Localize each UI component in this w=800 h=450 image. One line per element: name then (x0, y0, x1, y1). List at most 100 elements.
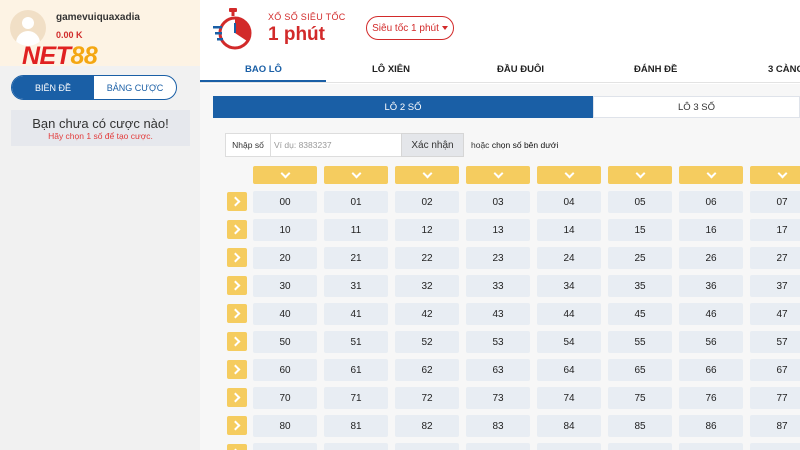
tab-lo-3-so[interactable]: LÔ 3 SỐ (593, 96, 800, 118)
select-row-button[interactable] (227, 276, 247, 295)
tab-lo-xien[interactable]: LÔ XIÊN (372, 64, 410, 75)
select-column-button[interactable] (324, 166, 388, 184)
number-cell[interactable]: 05 (608, 191, 672, 213)
number-cell[interactable]: 91 (324, 443, 388, 450)
number-cell[interactable]: 43 (466, 303, 530, 325)
number-cell[interactable]: 40 (253, 303, 317, 325)
number-cell[interactable]: 22 (395, 247, 459, 269)
tab-dau-duoi[interactable]: ĐẦU ĐUÔI (497, 64, 544, 75)
number-cell[interactable]: 56 (679, 331, 743, 353)
number-cell[interactable]: 86 (679, 415, 743, 437)
number-cell[interactable]: 60 (253, 359, 317, 381)
number-cell[interactable]: 27 (750, 247, 800, 269)
number-cell[interactable]: 34 (537, 275, 601, 297)
number-cell[interactable]: 03 (466, 191, 530, 213)
number-cell[interactable]: 15 (608, 219, 672, 241)
number-cell[interactable]: 96 (679, 443, 743, 450)
number-cell[interactable]: 50 (253, 331, 317, 353)
number-cell[interactable]: 66 (679, 359, 743, 381)
tab-bang-cuoc[interactable]: BẢNG CƯỢC (94, 76, 176, 99)
number-cell[interactable]: 65 (608, 359, 672, 381)
number-cell[interactable]: 93 (466, 443, 530, 450)
number-cell[interactable]: 23 (466, 247, 530, 269)
number-cell[interactable]: 57 (750, 331, 800, 353)
number-cell[interactable]: 55 (608, 331, 672, 353)
tab-danh-de[interactable]: ĐÁNH ĐỀ (634, 64, 677, 75)
number-cell[interactable]: 95 (608, 443, 672, 450)
number-cell[interactable]: 17 (750, 219, 800, 241)
number-cell[interactable]: 41 (324, 303, 388, 325)
confirm-button[interactable]: Xác nhận (401, 133, 464, 157)
tab-bien-de[interactable]: BIÊN ĐỀ (12, 76, 94, 99)
number-cell[interactable]: 37 (750, 275, 800, 297)
number-cell[interactable]: 44 (537, 303, 601, 325)
number-cell[interactable]: 84 (537, 415, 601, 437)
number-cell[interactable]: 00 (253, 191, 317, 213)
number-input[interactable] (270, 133, 403, 157)
number-cell[interactable]: 20 (253, 247, 317, 269)
select-column-button[interactable] (253, 166, 317, 184)
number-cell[interactable]: 54 (537, 331, 601, 353)
number-cell[interactable]: 82 (395, 415, 459, 437)
number-cell[interactable]: 97 (750, 443, 800, 450)
select-row-button[interactable] (227, 304, 247, 323)
number-cell[interactable]: 11 (324, 219, 388, 241)
number-cell[interactable]: 02 (395, 191, 459, 213)
number-cell[interactable]: 42 (395, 303, 459, 325)
number-cell[interactable]: 45 (608, 303, 672, 325)
number-cell[interactable]: 75 (608, 387, 672, 409)
number-cell[interactable]: 25 (608, 247, 672, 269)
number-cell[interactable]: 21 (324, 247, 388, 269)
select-column-button[interactable] (466, 166, 530, 184)
number-cell[interactable]: 80 (253, 415, 317, 437)
number-cell[interactable]: 73 (466, 387, 530, 409)
brand-logo[interactable]: NET88 (22, 44, 98, 69)
number-cell[interactable]: 32 (395, 275, 459, 297)
number-cell[interactable]: 36 (679, 275, 743, 297)
number-cell[interactable]: 30 (253, 275, 317, 297)
select-column-button[interactable] (537, 166, 601, 184)
number-cell[interactable]: 83 (466, 415, 530, 437)
select-column-button[interactable] (395, 166, 459, 184)
number-cell[interactable]: 90 (253, 443, 317, 450)
number-cell[interactable]: 72 (395, 387, 459, 409)
number-cell[interactable]: 64 (537, 359, 601, 381)
select-row-button[interactable] (227, 360, 247, 379)
number-cell[interactable]: 70 (253, 387, 317, 409)
number-cell[interactable]: 76 (679, 387, 743, 409)
tab-3-cang[interactable]: 3 CÀNG (768, 64, 800, 75)
number-cell[interactable]: 94 (537, 443, 601, 450)
number-cell[interactable]: 04 (537, 191, 601, 213)
number-cell[interactable]: 47 (750, 303, 800, 325)
number-cell[interactable]: 85 (608, 415, 672, 437)
number-cell[interactable]: 16 (679, 219, 743, 241)
number-cell[interactable]: 26 (679, 247, 743, 269)
number-cell[interactable]: 81 (324, 415, 388, 437)
avatar[interactable] (10, 10, 46, 46)
number-cell[interactable]: 92 (395, 443, 459, 450)
number-cell[interactable]: 31 (324, 275, 388, 297)
number-cell[interactable]: 33 (466, 275, 530, 297)
select-row-button[interactable] (227, 388, 247, 407)
number-cell[interactable]: 24 (537, 247, 601, 269)
number-cell[interactable]: 46 (679, 303, 743, 325)
tab-bao-lo[interactable]: BAO LÔ (245, 64, 282, 75)
speed-select[interactable]: Siêu tốc 1 phút (366, 16, 454, 40)
number-cell[interactable]: 06 (679, 191, 743, 213)
number-cell[interactable]: 35 (608, 275, 672, 297)
select-column-button[interactable] (750, 166, 800, 184)
number-cell[interactable]: 12 (395, 219, 459, 241)
number-cell[interactable]: 74 (537, 387, 601, 409)
select-row-button[interactable] (227, 416, 247, 435)
number-cell[interactable]: 53 (466, 331, 530, 353)
select-row-button[interactable] (227, 248, 247, 267)
select-row-button[interactable] (227, 192, 247, 211)
number-cell[interactable]: 52 (395, 331, 459, 353)
select-row-button[interactable] (227, 444, 247, 450)
number-cell[interactable]: 01 (324, 191, 388, 213)
select-column-button[interactable] (679, 166, 743, 184)
number-cell[interactable]: 62 (395, 359, 459, 381)
select-column-button[interactable] (608, 166, 672, 184)
number-cell[interactable]: 07 (750, 191, 800, 213)
number-cell[interactable]: 67 (750, 359, 800, 381)
